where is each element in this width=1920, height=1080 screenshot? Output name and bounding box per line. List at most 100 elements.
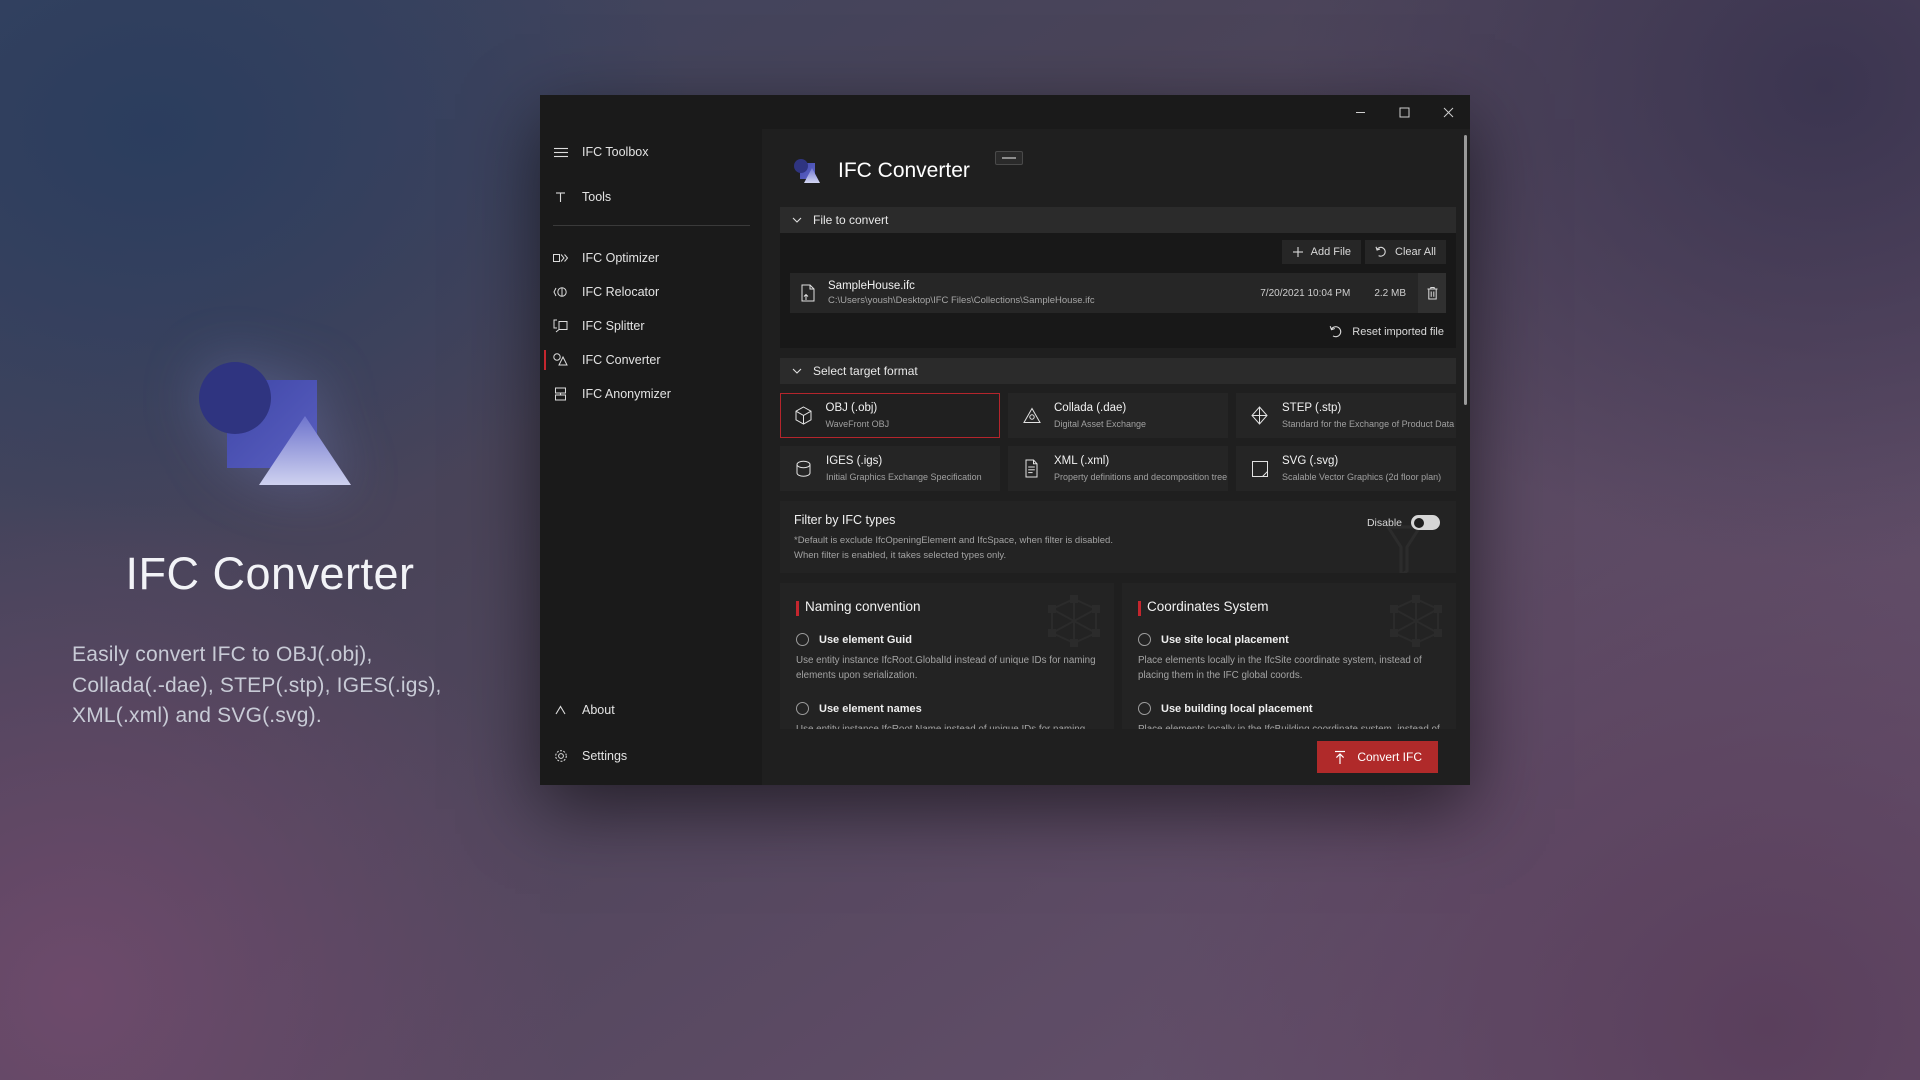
brand-title: IFC Converter (0, 548, 540, 600)
option-label: Use element Guid (819, 634, 912, 646)
delete-file-button[interactable] (1418, 273, 1446, 313)
coords-panel-title: Coordinates System (1138, 599, 1440, 614)
sidebar-item-ifc-optimizer[interactable]: IFC Optimizer (540, 241, 762, 275)
coordinates-system-panel: Coordinates System Use site local placem… (1122, 583, 1456, 729)
format-card-svg[interactable]: SVG (.svg) Scalable Vector Graphics (2d … (1236, 446, 1456, 491)
maximize-icon[interactable] (1382, 95, 1426, 129)
clear-all-button[interactable]: Clear All (1365, 240, 1446, 264)
chevron-down-icon (792, 215, 802, 225)
sidebar-item-about[interactable]: About (540, 693, 762, 727)
filter-toggle-label: Disable (1367, 517, 1402, 529)
radio-use-element-guid[interactable] (796, 633, 809, 646)
add-file-button[interactable]: Add File (1282, 240, 1361, 264)
format-title: IGES (.igs) (826, 454, 982, 469)
format-section-title: Select target format (813, 364, 918, 378)
filter-title: Filter by IFC types (794, 513, 1442, 527)
file-section-header[interactable]: File to convert (780, 207, 1456, 233)
reset-arrow-icon (1329, 325, 1344, 338)
relocator-icon (552, 284, 569, 301)
minimize-icon[interactable] (1338, 95, 1382, 129)
svg-square-icon (1250, 459, 1269, 478)
funnel-icon (1386, 525, 1422, 573)
sidebar-label: IFC Splitter (582, 319, 645, 333)
sidebar-toolbox-header[interactable]: IFC Toolbox (540, 135, 762, 169)
filter-toggle-group: Disable (1367, 515, 1440, 530)
triangle-icon (1022, 406, 1041, 425)
file-texts: SampleHouse.ifc C:\Users\yoush\Desktop\I… (828, 279, 1260, 307)
reset-imported-file-button[interactable]: Reset imported file (1329, 325, 1444, 338)
format-card-step[interactable]: STEP (.stp) Standard for the Exchange of… (1236, 393, 1456, 438)
option-desc: Use entity instance IfcRoot.GlobalId ins… (796, 653, 1098, 683)
filter-note: *Default is exclude IfcOpeningElement an… (794, 534, 1442, 563)
option-label: Use element names (819, 703, 922, 715)
cylinder-icon (794, 459, 813, 478)
option-desc: Place elements locally in the IfcSite co… (1138, 653, 1440, 683)
format-subtitle: Digital Asset Exchange (1054, 418, 1146, 430)
format-section-header[interactable]: Select target format (780, 358, 1456, 384)
add-file-label: Add File (1311, 246, 1351, 258)
sidebar-tool-list: IFC Optimizer IFC Relocator (540, 237, 762, 411)
app-logo-icon (792, 157, 822, 185)
sidebar-item-ifc-relocator[interactable]: IFC Relocator (540, 275, 762, 309)
sidebar: IFC Toolbox Tools (540, 129, 762, 785)
option-use-element-names[interactable]: Use element names Use entity instance If… (796, 702, 1098, 729)
chevron-down-icon (792, 366, 802, 376)
reset-row: Reset imported file (790, 325, 1446, 338)
convert-ifc-button[interactable]: Convert IFC (1317, 741, 1438, 773)
cube-icon (794, 406, 813, 425)
upload-arrow-icon (1333, 750, 1347, 765)
undo-arrow-icon (1375, 246, 1388, 258)
close-icon[interactable] (1426, 95, 1470, 129)
format-card-obj[interactable]: OBJ (.obj) WaveFront OBJ (780, 393, 1000, 438)
app-window: IFC Toolbox Tools (540, 95, 1470, 785)
file-panel: Add File Clear All (780, 233, 1456, 348)
format-subtitle: Standard for the Exchange of Product Dat… (1282, 418, 1454, 430)
filter-note-line2: When filter is enabled, it takes selecte… (794, 549, 1442, 564)
format-card-xml[interactable]: XML (.xml) Property definitions and deco… (1008, 446, 1228, 491)
format-card-iges[interactable]: IGES (.igs) Initial Graphics Exchange Sp… (780, 446, 1000, 491)
sidebar-item-ifc-converter[interactable]: IFC Converter (540, 343, 762, 377)
reset-label: Reset imported file (1352, 326, 1444, 338)
clear-all-label: Clear All (1395, 246, 1436, 258)
branding-panel: IFC Converter Easily convert IFC to OBJ(… (0, 0, 540, 1080)
shapes-logo-icon (175, 348, 365, 498)
anonymizer-icon (552, 386, 569, 403)
option-use-building-local-placement[interactable]: Use building local placement Place eleme… (1138, 702, 1440, 729)
diamond-icon (1250, 406, 1269, 425)
format-subtitle: WaveFront OBJ (826, 418, 890, 430)
radio-use-site-local-placement[interactable] (1138, 633, 1151, 646)
filter-toggle[interactable] (1411, 515, 1440, 530)
sidebar-bottom-list: About Settings (540, 693, 762, 785)
main-content: IFC Converter File to convert (762, 129, 1470, 785)
format-subtitle: Scalable Vector Graphics (2d floor plan) (1282, 471, 1441, 483)
radio-use-building-local-placement[interactable] (1138, 702, 1151, 715)
trash-icon (1426, 286, 1439, 301)
sidebar-item-tools[interactable]: Tools (540, 180, 762, 214)
filter-note-line1: *Default is exclude IfcOpeningElement an… (794, 534, 1442, 549)
file-row[interactable]: SampleHouse.ifc C:\Users\yoush\Desktop\I… (790, 273, 1446, 313)
format-title: XML (.xml) (1054, 454, 1227, 469)
sidebar-item-settings[interactable]: Settings (540, 739, 762, 773)
document-import-icon (800, 284, 816, 302)
sidebar-label: IFC Converter (582, 353, 661, 367)
brand-subtitle: Easily convert IFC to OBJ(.obj), Collada… (72, 640, 468, 731)
sidebar-item-ifc-splitter[interactable]: IFC Splitter (540, 309, 762, 343)
format-title: SVG (.svg) (1282, 454, 1441, 469)
optimizer-icon (552, 250, 569, 267)
option-label: Use site local placement (1161, 634, 1289, 646)
page-header: IFC Converter (780, 129, 1456, 207)
format-title: OBJ (.obj) (826, 401, 890, 416)
sidebar-label: IFC Relocator (582, 285, 659, 299)
file-section-title: File to convert (813, 213, 888, 227)
drag-handle-pill[interactable] (995, 151, 1023, 165)
file-size: 2.2 MB (1374, 288, 1406, 299)
sidebar-label: IFC Anonymizer (582, 387, 671, 401)
naming-panel-title: Naming convention (796, 599, 1098, 614)
file-name: SampleHouse.ifc (828, 279, 1260, 293)
file-path: C:\Users\yoush\Desktop\IFC Files\Collect… (828, 295, 1260, 307)
content-scrollbar[interactable] (1464, 135, 1467, 405)
option-desc: Place elements locally in the IfcBuildin… (1138, 722, 1440, 729)
format-card-collada[interactable]: Collada (.dae) Digital Asset Exchange (1008, 393, 1228, 438)
sidebar-item-ifc-anonymizer[interactable]: IFC Anonymizer (540, 377, 762, 411)
radio-use-element-names[interactable] (796, 702, 809, 715)
